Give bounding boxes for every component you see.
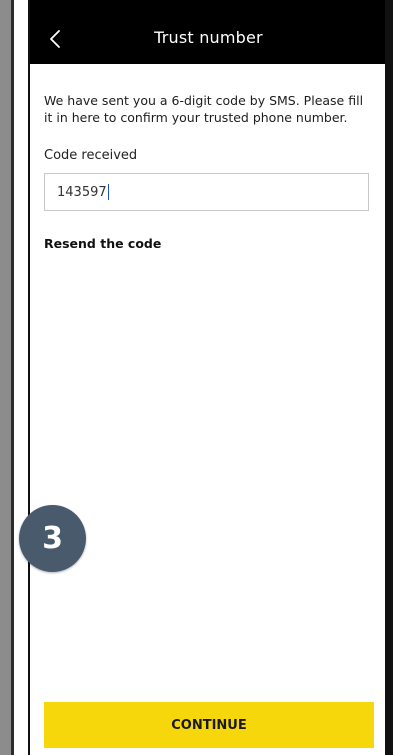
verification-content: We have sent you a 6-digit code by SMS. … — [44, 92, 369, 251]
screenshot-frame: Trust number We have sent you a 6-digit … — [0, 0, 393, 755]
code-field-label: Code received — [44, 148, 138, 163]
left-border-shadow — [11, 0, 14, 755]
continue-button[interactable]: CONTINUE — [44, 702, 374, 748]
right-border — [385, 0, 393, 755]
left-border-strip — [0, 0, 11, 755]
page-title: Trust number — [154, 28, 263, 47]
instruction-text: We have sent you a 6-digit code by SMS. … — [44, 93, 364, 125]
code-input-value: 143597 — [57, 184, 107, 200]
phone-screen: Trust number We have sent you a 6-digit … — [28, 0, 393, 755]
app-header: Trust number — [30, 0, 387, 64]
code-input[interactable]: 143597 — [44, 173, 369, 211]
step-badge: 3 — [19, 505, 86, 572]
text-caret — [107, 184, 109, 200]
resend-code-link[interactable]: Resend the code — [44, 236, 369, 251]
